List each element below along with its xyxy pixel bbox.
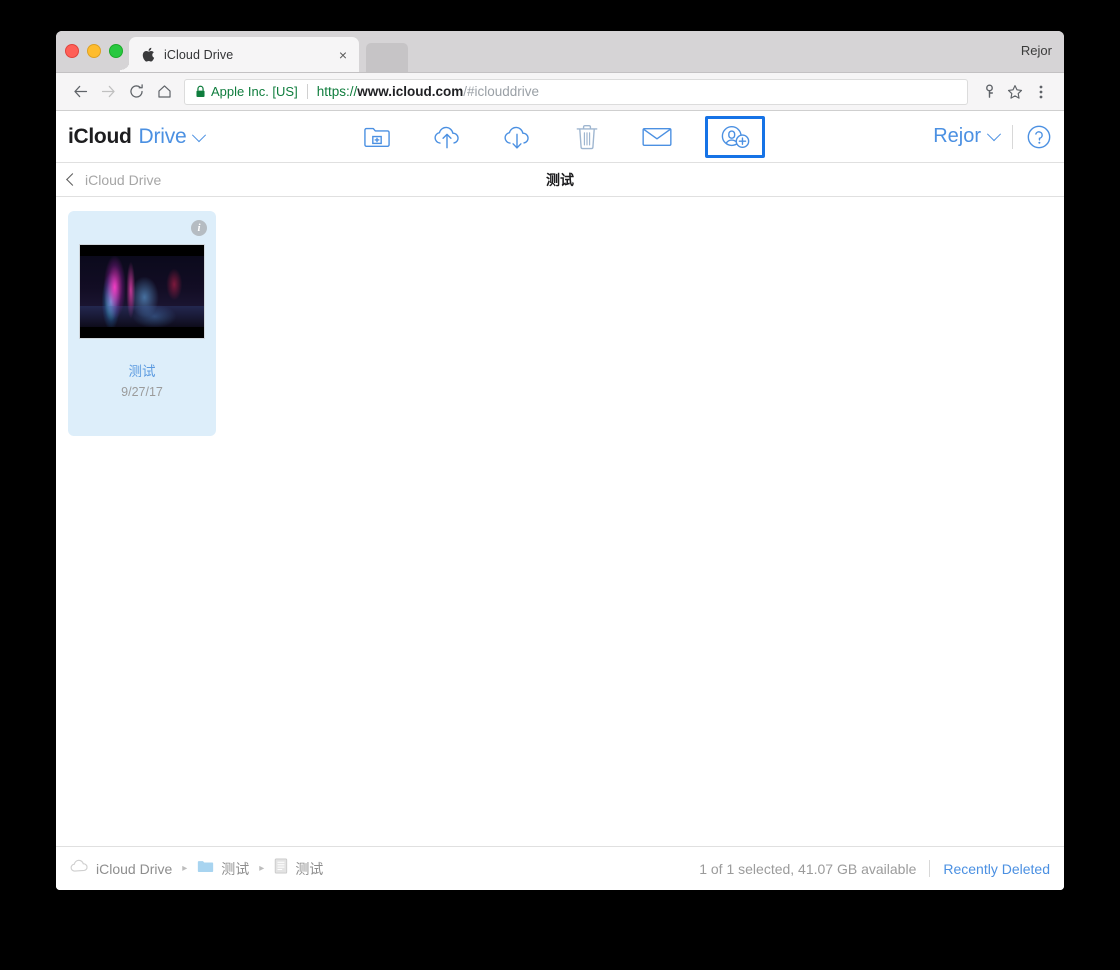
share-button[interactable]: [705, 116, 765, 158]
info-circle-icon[interactable]: i: [191, 220, 207, 236]
window-controls: [65, 44, 123, 58]
cloud-icon: [70, 859, 89, 878]
status-badge: 1 of 1 selected, 41.07 GB available: [699, 861, 929, 877]
document-icon: [274, 858, 288, 879]
breadcrumb-item-file[interactable]: 测试: [274, 858, 323, 879]
browser-profile-label[interactable]: Rejor: [1021, 43, 1052, 58]
arrow-right-icon[interactable]: [94, 78, 122, 106]
file-date-label: 9/27/17: [121, 385, 163, 399]
status-divider: [929, 860, 930, 877]
browser-tab-title: iCloud Drive: [164, 48, 335, 62]
site-identity-label: Apple Inc. [US]: [211, 84, 298, 99]
home-icon[interactable]: [150, 78, 178, 106]
download-button[interactable]: [495, 118, 539, 156]
new-tab-button[interactable]: [366, 43, 408, 72]
breadcrumb-item-icloud-drive[interactable]: iCloud Drive: [70, 859, 172, 878]
lock-icon: [195, 85, 206, 98]
toolbar-divider: [1012, 125, 1013, 149]
recently-deleted-link[interactable]: Recently Deleted: [943, 861, 1050, 877]
delete-button[interactable]: [565, 118, 609, 156]
close-icon[interactable]: ×: [335, 47, 351, 63]
kebab-menu-icon[interactable]: [1028, 79, 1054, 105]
breadcrumb-label: iCloud Drive: [96, 861, 172, 877]
file-card[interactable]: i 测试 9/27/17: [68, 211, 216, 436]
url-text: https://www.icloud.com/#iclouddrive: [317, 84, 539, 99]
file-name-label: 测试: [129, 364, 156, 380]
brand-icloud-label: iCloud: [68, 125, 132, 149]
file-thumbnail: [79, 244, 205, 339]
key-icon[interactable]: [976, 79, 1002, 105]
browser-tab-strip: iCloud Drive × Rejor: [56, 31, 1064, 73]
star-icon[interactable]: [1002, 79, 1028, 105]
arrow-left-icon[interactable]: [66, 78, 94, 106]
minimize-window-button[interactable]: [87, 44, 101, 58]
thumbnail-image: [80, 256, 204, 327]
breadcrumb-item-folder[interactable]: 测试: [197, 859, 249, 879]
omnibox-divider: [307, 84, 308, 99]
reload-icon[interactable]: [122, 78, 150, 106]
breadcrumb-separator: ▸: [182, 863, 187, 874]
browser-url-toolbar: Apple Inc. [US] https://www.icloud.com/#…: [56, 73, 1064, 111]
icloud-drive-app: iCloud Drive: [56, 111, 1064, 890]
breadcrumb-label: 测试: [295, 859, 323, 879]
app-toolbar: iCloud Drive: [56, 111, 1064, 163]
maximize-window-button[interactable]: [109, 44, 123, 58]
folder-icon: [197, 859, 214, 878]
page-title: 测试: [546, 170, 574, 190]
status-bar: iCloud Drive ▸ 测试 ▸: [56, 846, 1064, 890]
url-host: www.icloud.com: [357, 84, 463, 99]
letterbox-bar-bottom: [80, 327, 204, 338]
browser-tab-icloud-drive[interactable]: iCloud Drive ×: [129, 37, 359, 72]
apple-logo-icon: [141, 47, 156, 62]
help-button[interactable]: [1026, 124, 1052, 150]
back-to-parent-folder[interactable]: iCloud Drive: [68, 172, 161, 188]
back-label: iCloud Drive: [85, 172, 161, 188]
account-name-label: Rejor: [933, 125, 981, 148]
account-menu[interactable]: Rejor: [933, 125, 1012, 148]
close-window-button[interactable]: [65, 44, 79, 58]
site-identity[interactable]: Apple Inc. [US]: [195, 84, 298, 99]
upload-button[interactable]: [425, 118, 469, 156]
breadcrumb-label: 测试: [221, 859, 249, 879]
url-path: /#iclouddrive: [463, 84, 539, 99]
url-input[interactable]: Apple Inc. [US] https://www.icloud.com/#…: [184, 79, 968, 105]
brand-app-label: Drive: [139, 125, 187, 149]
toolbar-actions: [355, 116, 765, 158]
browser-window: iCloud Drive × Rejor: [56, 31, 1064, 890]
app-brand[interactable]: iCloud Drive: [68, 125, 204, 149]
letterbox-bar-top: [80, 245, 204, 256]
file-grid: i 测试 9/27/17: [56, 197, 1064, 846]
chevron-down-icon: [987, 127, 1001, 141]
breadcrumb: iCloud Drive ▸ 测试 ▸: [70, 858, 699, 879]
mail-button[interactable]: [635, 118, 679, 156]
breadcrumb-separator: ▸: [259, 863, 264, 874]
new-folder-button[interactable]: [355, 118, 399, 156]
chevron-down-icon[interactable]: [191, 128, 205, 142]
folder-nav-bar: iCloud Drive 测试: [56, 163, 1064, 197]
url-scheme: https://: [317, 84, 358, 99]
chevron-left-icon: [66, 173, 79, 186]
status-right: 1 of 1 selected, 41.07 GB available Rece…: [699, 860, 1050, 877]
toolbar-right: Rejor: [933, 124, 1052, 150]
